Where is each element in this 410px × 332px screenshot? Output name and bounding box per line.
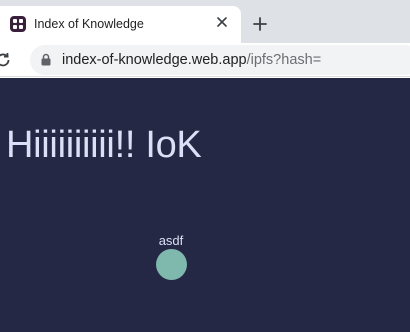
page-content: Hiiiiiiiiii!! IoK asdf bbox=[0, 78, 410, 332]
browser-toolbar: index-of-knowledge.web.app/ipfs?hash= bbox=[0, 43, 410, 77]
node-label: asdf bbox=[158, 233, 184, 248]
reload-icon[interactable] bbox=[0, 51, 12, 69]
tab-strip: Index of Knowledge bbox=[0, 0, 410, 43]
plus-icon[interactable] bbox=[251, 15, 269, 33]
url-text[interactable]: index-of-knowledge.web.app/ipfs?hash= bbox=[62, 52, 321, 68]
url-host: index-of-knowledge.web.app bbox=[62, 52, 247, 68]
close-icon[interactable] bbox=[214, 14, 230, 30]
address-bar[interactable]: index-of-knowledge.web.app/ipfs?hash= bbox=[30, 45, 410, 75]
url-path: /ipfs?hash= bbox=[246, 52, 322, 68]
tab-title: Index of Knowledge bbox=[34, 17, 144, 31]
browser-tab[interactable]: Index of Knowledge bbox=[0, 6, 241, 43]
page-title: Hiiiiiiiiii!! IoK bbox=[6, 124, 202, 166]
app-grid-icon bbox=[10, 16, 26, 32]
lock-icon[interactable] bbox=[41, 53, 51, 66]
graph-node[interactable] bbox=[156, 249, 187, 280]
